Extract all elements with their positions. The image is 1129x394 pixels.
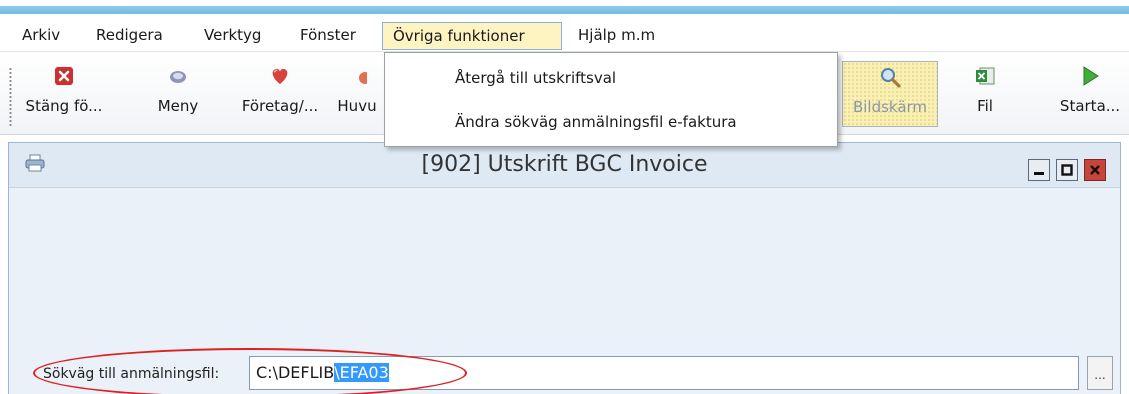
close-window-button[interactable] [1084,159,1106,181]
maximize-button[interactable] [1056,159,1078,181]
screen-button[interactable]: Bildskärm [842,61,938,127]
close-icon [1090,165,1100,175]
minimize-icon [1034,172,1044,175]
close-form-label: Stäng fö... [25,97,103,115]
notification-file-path-label: Sökväg till anmälningsfil: [43,366,220,382]
menu-disc-icon [167,65,189,87]
path-value-plain: C:\DEFLIB [256,363,335,382]
window-title: [902] Utskrift BGC Invoice [421,152,708,177]
print-window: [902] Utskrift BGC Invoice Sökväg till a… [8,142,1121,394]
close-x-icon [53,65,75,87]
minimize-button[interactable] [1028,159,1050,181]
screen-label: Bildskärm [852,98,928,116]
path-value-selected: \EFA03 [334,363,389,382]
menu-item-change-notification-file-path[interactable]: Ändra sökväg anmälningsfil e-faktura [455,107,737,137]
browse-button[interactable]: ... [1087,356,1113,390]
company-button[interactable]: Företag/... [234,61,326,127]
close-form-button[interactable]: Stäng fö... [18,61,110,127]
excel-icon [974,65,996,87]
menu-verktyg[interactable]: Verktyg [194,22,271,50]
play-icon [1079,65,1101,87]
file-button[interactable]: Fil [960,61,1010,127]
heart-icon [269,65,291,87]
file-label: Fil [977,97,993,115]
notification-file-path-input[interactable]: C:\DEFLIB\EFA03 [249,356,1079,390]
menu-button[interactable]: Meny [148,61,208,127]
menu-arkiv[interactable]: Arkiv [12,22,70,50]
menu-redigera[interactable]: Redigera [86,22,173,50]
partial-icon [346,65,368,87]
ovriga-funktioner-dropdown: Återgå till utskriftsval Ändra sökväg an… [384,52,838,147]
menu-fonster[interactable]: Fönster [290,22,366,50]
main-label: Huvu [337,97,377,115]
company-label: Företag/... [241,97,319,115]
start-label: Starta... [1059,97,1121,115]
main-button[interactable]: Huvu [330,61,384,127]
magnifier-icon [879,66,901,88]
menu-bar: Arkiv Redigera Verktyg Fönster Övriga fu… [0,18,1129,52]
toolbar-grip[interactable] [9,67,12,127]
menu-label: Meny [157,97,199,115]
maximize-icon [1061,164,1073,176]
menu-ovriga-funktioner[interactable]: Övriga funktioner [382,22,562,50]
top-accent-strip [0,0,1129,14]
menu-hjalp[interactable]: Hjälp m.m [568,22,665,50]
start-button[interactable]: Starta... [1052,61,1128,127]
menu-item-return-to-print-selection[interactable]: Återgå till utskriftsval [455,63,616,93]
